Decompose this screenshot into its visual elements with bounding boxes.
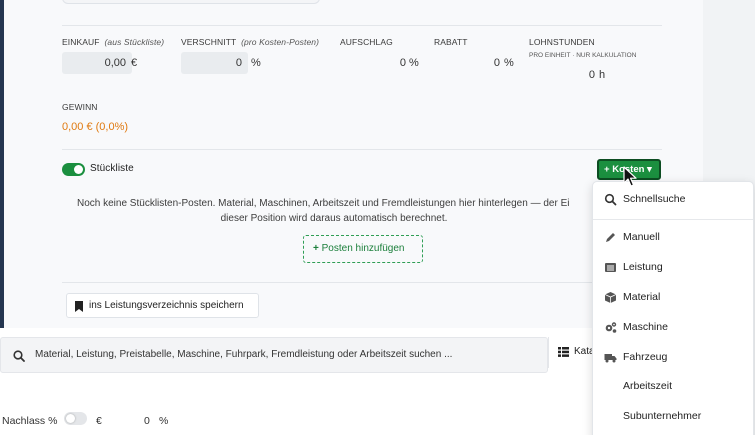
menu-item-label: Material (623, 291, 661, 303)
menu-item-label: Leistung (623, 261, 663, 273)
lohnstunden-sublabel: PRO EINHEIT · NUR KALKULATION (529, 52, 637, 59)
empty-state-text-2: dieser Position wird daraus automatisch … (220, 213, 448, 224)
caret-down-icon: ▾ (647, 164, 652, 175)
menu-divider (593, 219, 753, 220)
divider (62, 149, 662, 150)
gewinn-value: 0,00 € (0,0%) (62, 121, 129, 133)
einkauf-label: EINKAUF (aus Stückliste) (62, 37, 165, 47)
gewinn-label: GEWINN (62, 102, 98, 112)
mouse-cursor-icon (623, 166, 637, 187)
menu-item-label: Arbeitszeit (623, 380, 673, 392)
aufschlag-input[interactable]: 0 (344, 57, 406, 69)
list-icon (605, 263, 616, 272)
search-icon (604, 193, 617, 206)
stueckliste-toggle[interactable] (62, 163, 85, 176)
plus-icon: + (313, 243, 319, 254)
nachlass-toggle[interactable] (64, 412, 87, 425)
aufschlag-label: AUFSCHLAG (340, 37, 393, 47)
add-posten-label: Posten hinzufügen (321, 243, 405, 254)
menu-item-schnellsuche[interactable]: Schnellsuche (593, 187, 753, 213)
verschnitt-input[interactable]: 0 (181, 52, 248, 74)
menu-item-fahrzeug[interactable]: Fahrzeug (593, 345, 753, 371)
aufschlag-unit: % (409, 57, 419, 69)
menu-item-label: Manuell (623, 231, 660, 243)
menu-item-subunternehmer[interactable]: Subunternehmer (593, 404, 753, 430)
catalog-search[interactable]: Material, Leistung, Preistabelle, Maschi… (0, 337, 548, 373)
einkauf-unit: € (131, 57, 138, 69)
nachlass-percent-unit: % (48, 415, 58, 427)
add-posten-button[interactable]: + Posten hinzufügen (303, 235, 423, 263)
menu-item-label: Subunternehmer (623, 410, 702, 422)
verschnitt-label: VERSCHNITT (pro Kosten-Posten) (181, 37, 320, 47)
menu-item-label: Fahrzeug (623, 351, 668, 363)
lohnstunden-label: LOHNSTUNDEN (529, 37, 595, 47)
top-input-field[interactable] (62, 0, 320, 4)
pencil-icon (606, 233, 615, 242)
divider (62, 282, 662, 283)
katalog-button[interactable]: Kata (548, 337, 598, 368)
menu-item-maschine[interactable]: Maschine (593, 315, 753, 341)
kosten-dropdown-menu: Schnellsuche Manuell Leistung Material M… (592, 181, 754, 435)
stueckliste-label: Stückliste (90, 163, 134, 174)
empty-state-text: Noch keine Stücklisten-Posten. Material,… (77, 198, 570, 209)
search-icon (13, 350, 25, 362)
bookmark-icon (75, 301, 83, 312)
rabatt-unit: % (504, 57, 514, 69)
nachlass-value[interactable]: 0 (144, 415, 150, 427)
menu-item-label: Maschine (623, 321, 668, 333)
lohnstunden-unit: h (599, 69, 606, 81)
menu-item-leistung[interactable]: Leistung (593, 255, 753, 281)
box-icon (604, 292, 617, 303)
gears-icon (605, 322, 617, 333)
nachlass-euro-unit: € (96, 415, 102, 427)
save-to-lv-label: ins Leistungsverzeichnis speichern (89, 300, 244, 311)
nachlass-row: Nachlass % (2, 415, 57, 427)
nachlass-label: Nachlass (2, 415, 46, 427)
verschnitt-unit: % (251, 57, 261, 69)
search-input[interactable]: Material, Leistung, Preistabelle, Maschi… (35, 349, 452, 360)
save-to-lv-button[interactable]: ins Leistungsverzeichnis speichern (66, 293, 259, 318)
menu-item-manuell[interactable]: Manuell (593, 225, 753, 251)
truck-icon (604, 354, 617, 363)
menu-item-label: Schnellsuche (623, 193, 686, 205)
menu-item-material[interactable]: Material (593, 285, 753, 311)
divider (62, 25, 662, 26)
list-icon (558, 347, 569, 357)
plus-icon: + (604, 164, 610, 175)
rabatt-input[interactable]: 0 (434, 57, 500, 69)
lohnstunden-input[interactable]: 0 (529, 69, 595, 81)
nachlass-value-unit: % (159, 415, 169, 427)
rabatt-label: RABATT (434, 37, 468, 47)
einkauf-input[interactable]: 0,00 (62, 52, 132, 74)
menu-item-arbeitszeit[interactable]: Arbeitszeit (593, 374, 753, 400)
